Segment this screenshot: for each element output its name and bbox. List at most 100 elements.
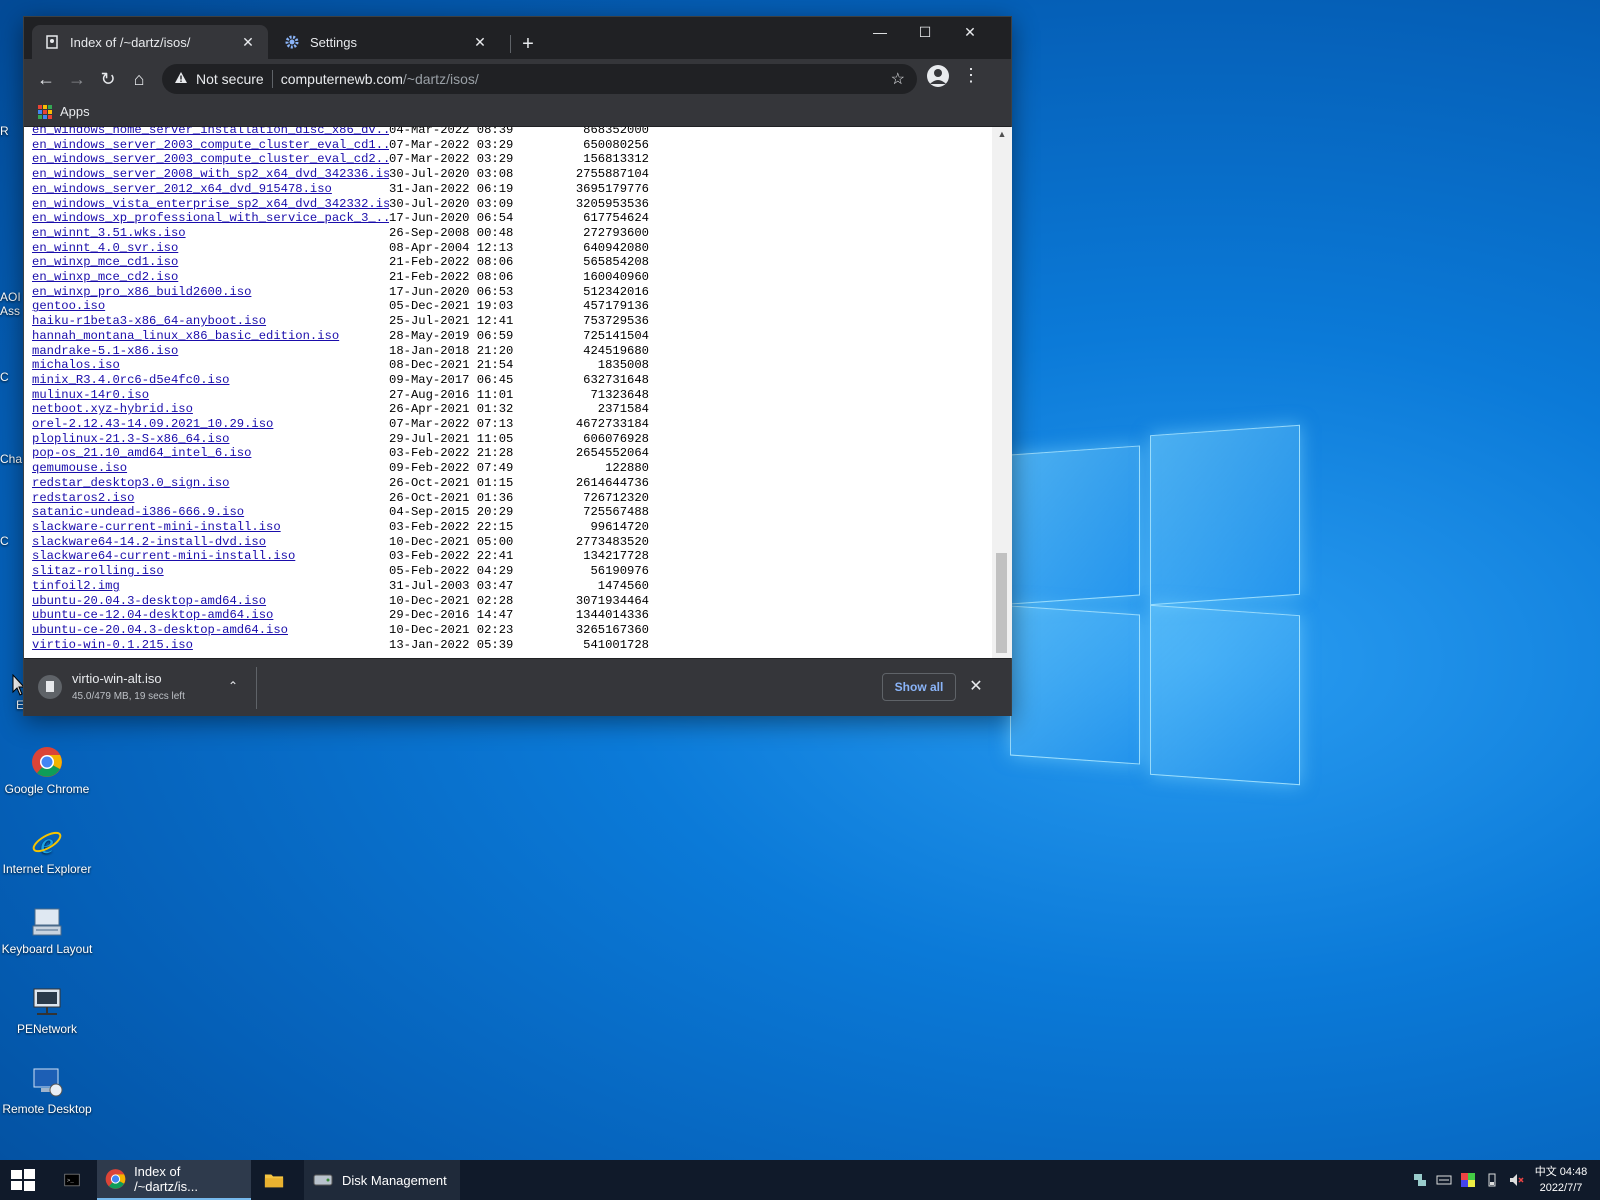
file-date: 03-Feb-2022 21:28 <box>389 446 514 461</box>
start-button[interactable] <box>10 1168 36 1192</box>
close-tab-icon[interactable]: ✕ <box>472 34 488 51</box>
taskbar-file-explorer[interactable] <box>256 1160 300 1200</box>
file-link[interactable]: en_winnt_4.0_svr.iso <box>32 241 389 256</box>
listing-row: virtio-win-0.1.215.iso 13-Jan-2022 05:39 5… <box>32 638 649 653</box>
file-link[interactable]: en_windows_home_server_installation_disc… <box>32 127 389 138</box>
file-date: 10-Dec-2021 05:00 <box>389 534 514 549</box>
desktop-icon-internet-explorer[interactable]: e Internet Explorer <box>0 826 94 876</box>
usb-drive-tray-icon[interactable] <box>1484 1172 1500 1188</box>
desktop-icon-label: PENetwork <box>16 1022 78 1036</box>
color-tray-icon[interactable] <box>1460 1172 1476 1188</box>
file-link[interactable]: ubuntu-ce-20.04.3-desktop-amd64.iso <box>32 623 389 638</box>
file-link[interactable]: gentoo.iso <box>32 299 389 314</box>
file-date: 26-Oct-2021 01:36 <box>389 490 514 505</box>
file-size: 2654552064 <box>575 446 649 461</box>
listing-row: en_winxp_mce_cd2.iso 21-Feb-2022 08:06 160… <box>32 270 649 285</box>
file-date: 08-Apr-2004 12:13 <box>389 240 514 255</box>
download-separator <box>256 667 257 709</box>
file-link[interactable]: en_winxp_pro_x86_build2600.iso <box>32 285 389 300</box>
file-link[interactable]: pop-os_21.10_amd64_intel_6.iso <box>32 446 389 461</box>
profile-avatar-icon[interactable] <box>927 65 949 87</box>
bookmark-star-icon[interactable]: ☆ <box>891 69 905 89</box>
home-button[interactable]: ⌂ <box>125 65 153 93</box>
file-link[interactable]: netboot.xyz-hybrid.iso <box>32 402 389 417</box>
file-link[interactable]: orel-2.12.43-14.09.2021_10.29.iso <box>32 417 389 432</box>
bookmark-apps[interactable]: Apps <box>38 104 90 119</box>
file-link[interactable]: en_winxp_mce_cd1.iso <box>32 255 389 270</box>
close-window-button[interactable]: ✕ <box>947 17 993 47</box>
file-link[interactable]: michalos.iso <box>32 358 389 373</box>
file-link[interactable]: ubuntu-ce-12.04-desktop-amd64.iso <box>32 608 389 623</box>
file-size: 272793600 <box>583 225 649 240</box>
file-link[interactable]: redstar_desktop3.0_sign.iso <box>32 476 389 491</box>
file-link[interactable]: en_windows_vista_enterprise_sp2_x64_dvd_… <box>32 197 389 212</box>
file-date: 05-Feb-2022 04:29 <box>389 564 514 579</box>
show-all-button[interactable]: Show all <box>882 673 956 701</box>
taskbar-chrome-index[interactable]: Index of /~dartz/is... <box>97 1160 251 1200</box>
scroll-up-arrow-icon[interactable]: ▲ <box>996 129 1008 141</box>
reload-button[interactable]: ↻ <box>94 65 122 93</box>
file-link[interactable]: redstaros2.iso <box>32 491 389 506</box>
file-size: 565854208 <box>583 255 649 270</box>
menu-dots-icon[interactable]: ⋮ <box>962 64 980 88</box>
tab-settings[interactable]: Settings ✕ <box>272 25 500 59</box>
network-tray-icon[interactable] <box>1412 1172 1428 1188</box>
maximize-button[interactable]: ☐ <box>902 17 948 47</box>
vertical-scrollbar[interactable]: ▲ <box>992 127 1012 658</box>
file-link[interactable]: en_windows_xp_professional_with_service_… <box>32 211 389 226</box>
file-link[interactable]: slitaz-rolling.iso <box>32 564 389 579</box>
file-size: 99614720 <box>590 519 649 534</box>
listing-row: michalos.iso 08-Dec-2021 21:54 1835008 <box>32 358 649 373</box>
file-link[interactable]: en_windows_server_2012_x64_dvd_915478.is… <box>32 182 389 197</box>
file-link[interactable]: en_winnt_3.51.wks.iso <box>32 226 389 241</box>
desktop-icon-keyboard-layout[interactable]: Keyboard Layout <box>0 906 94 956</box>
new-tab-button[interactable]: + <box>514 31 542 59</box>
tab-index-of-isos[interactable]: Index of /~dartz/isos/ ✕ <box>32 25 268 59</box>
listing-row: haiku-r1beta3-x86_64-anyboot.iso 25-Jul-2… <box>32 314 649 329</box>
listing-row: en_windows_home_server_installation_disc… <box>32 127 649 138</box>
file-link[interactable]: tinfoil2.img <box>32 579 389 594</box>
page-content: en_windows_home_server_installation_disc… <box>24 127 992 658</box>
file-link[interactable]: satanic-undead-i386-666.9.iso <box>32 505 389 520</box>
file-link[interactable]: en_windows_server_2003_compute_cluster_e… <box>32 152 389 167</box>
file-link[interactable]: en_windows_server_2003_compute_cluster_e… <box>32 138 389 153</box>
system-tray <box>1404 1160 1524 1200</box>
keyboard-tray-icon[interactable] <box>1436 1172 1452 1188</box>
desktop-icon-remote-desktop[interactable]: Remote Desktop <box>0 1066 94 1116</box>
scrollbar-thumb[interactable] <box>996 553 1007 653</box>
file-link[interactable]: slackware64-14.2-install-dvd.iso <box>32 535 389 550</box>
file-link[interactable]: slackware-current-mini-install.iso <box>32 520 389 535</box>
system-clock[interactable]: 中文 04:48 2022/7/7 <box>1528 1164 1594 1196</box>
taskbar-cmd[interactable]: >_ <box>56 1160 96 1200</box>
file-link[interactable]: haiku-r1beta3-x86_64-anyboot.iso <box>32 314 389 329</box>
volume-muted-icon[interactable] <box>1508 1172 1524 1188</box>
file-link[interactable]: ubuntu-20.04.3-desktop-amd64.iso <box>32 594 389 609</box>
file-link[interactable]: qemumouse.iso <box>32 461 389 476</box>
chevron-up-icon[interactable]: ⌃ <box>228 679 238 693</box>
file-date: 13-Jan-2022 05:39 <box>389 637 514 652</box>
desktop-icon-penetwork[interactable]: PENetwork <box>0 986 94 1036</box>
chrome-icon <box>32 747 62 777</box>
address-bar[interactable]: Not secure computernewb.com/~dartz/isos/… <box>162 64 917 94</box>
file-link[interactable]: en_winxp_mce_cd2.iso <box>32 270 389 285</box>
close-download-bar-icon[interactable]: ✕ <box>964 673 988 701</box>
file-link[interactable]: en_windows_server_2008_with_sp2_x64_dvd_… <box>32 167 389 182</box>
back-button[interactable]: ← <box>32 65 60 93</box>
taskbar-disk-management[interactable]: Disk Management <box>304 1160 460 1200</box>
file-date: 07-Mar-2022 03:29 <box>389 152 514 167</box>
file-link[interactable]: ploplinux-21.3-S-x86_64.iso <box>32 432 389 447</box>
desktop-icon-google-chrome[interactable]: Google Chrome <box>0 746 94 796</box>
file-link[interactable]: mandrake-5.1-x86.iso <box>32 344 389 359</box>
file-link[interactable]: mulinux-14r0.iso <box>32 388 389 403</box>
file-date: 09-May-2017 06:45 <box>389 372 514 387</box>
close-tab-icon[interactable]: ✕ <box>240 34 256 51</box>
security-status[interactable]: Not secure <box>196 71 264 87</box>
file-link[interactable]: minix_R3.4.0rc6-d5e4fc0.iso <box>32 373 389 388</box>
download-item[interactable]: virtio-win-alt.iso 45.0/479 MB, 19 secs … <box>32 667 256 709</box>
file-link[interactable]: hannah_montana_linux_x86_basic_edition.i… <box>32 329 389 344</box>
minimize-button[interactable]: — <box>857 17 903 47</box>
file-link[interactable]: slackware64-current-mini-install.iso <box>32 549 389 564</box>
file-link[interactable]: virtio-win-0.1.215.iso <box>32 638 389 653</box>
file-size: 868352000 <box>583 127 649 137</box>
forward-button[interactable]: → <box>63 65 91 93</box>
